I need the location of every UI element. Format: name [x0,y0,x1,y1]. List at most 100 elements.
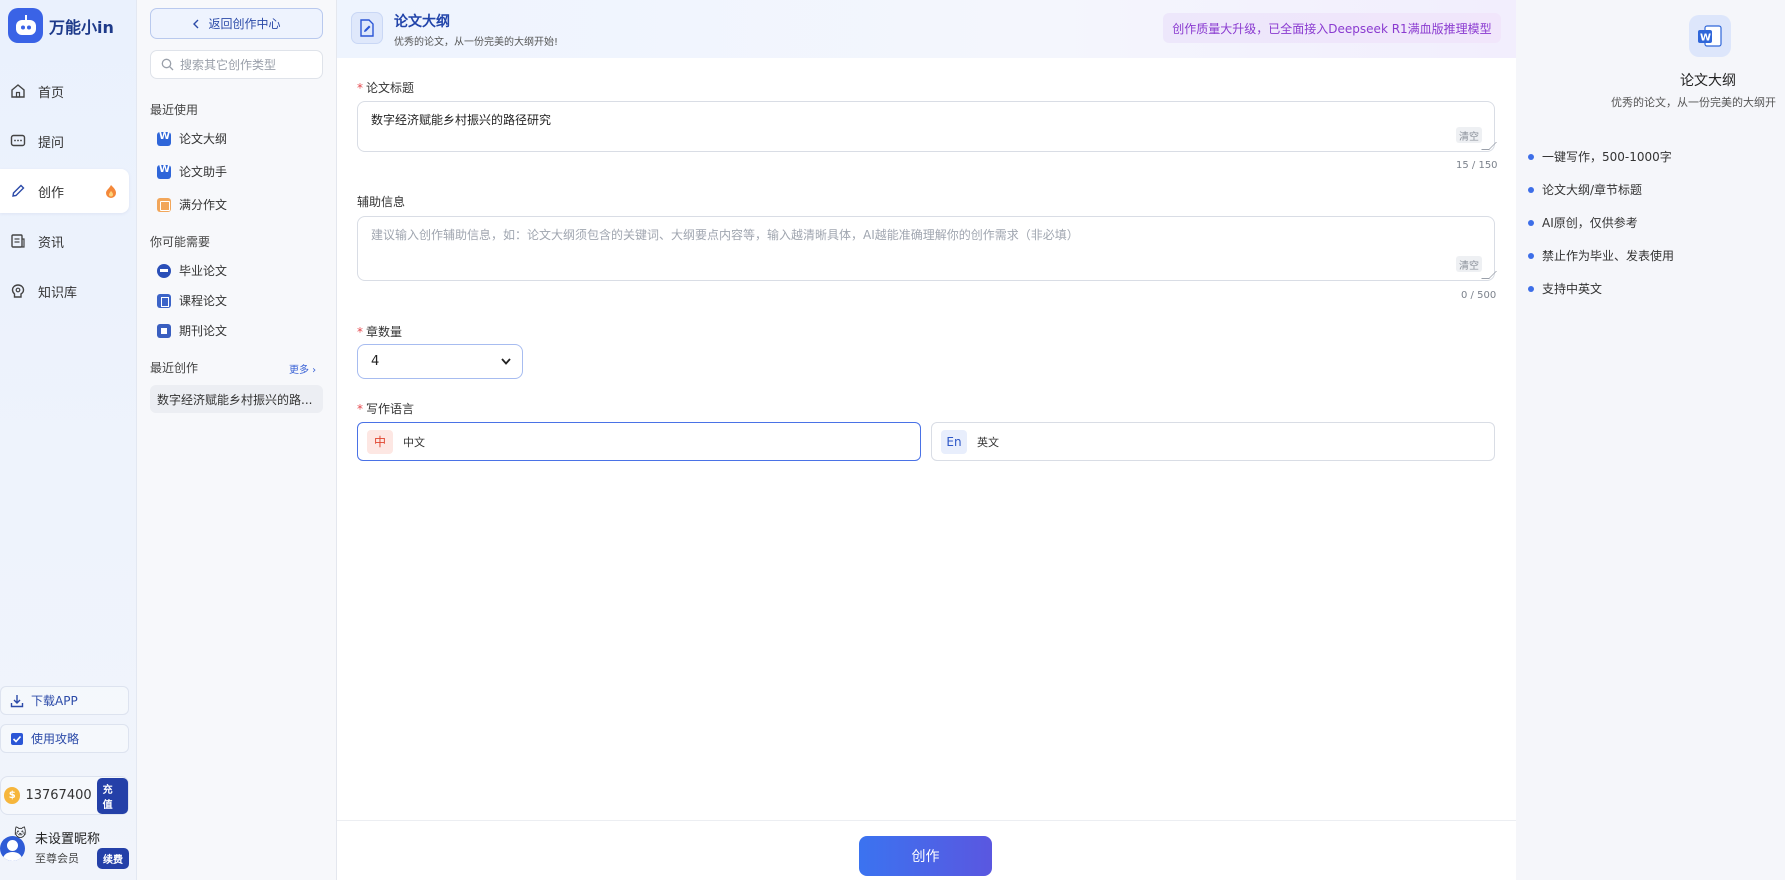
nav-label: 资讯 [38,235,65,251]
download-app-button[interactable]: 下载APP [0,686,129,715]
aux-info-placeholder: 建议输入创作辅助信息，如：论文大纲须包含的关键词、大纲要点内容等，输入越清晰具体… [371,228,1079,242]
nav-label: 首页 [38,85,65,101]
info-subtitle: 优秀的论文，从一份完美的大纲开 [1611,96,1776,109]
feature-text: 一键写作，500-1000字 [1542,150,1672,164]
chinese-badge-icon: 中 [367,429,393,454]
page-header: 论文大纲 优秀的论文，从一份完美的大纲开始! 创作质量大升级，已全面接入Deep… [337,0,1516,58]
info-panel: W 论文大纲 优秀的论文，从一份完美的大纲开 一键写作，500-1000字 论文… [1516,0,1785,880]
aux-char-counter: 0 / 500 [1461,290,1497,301]
language-option-chinese[interactable]: 中 中文 [357,422,921,461]
create-button[interactable]: 创作 [859,836,992,876]
language-option-label: 中文 [403,435,425,449]
cat-badge-icon: 🐱 [14,826,27,840]
knowledge-icon [11,284,25,298]
page-title: 论文大纲 [394,14,450,30]
nav-item-news[interactable]: 资讯 [0,219,129,263]
left-nav: 万能小in 首页 提问 创作 资讯 知识库 下载APP 使用攻略 $ 13767… [0,0,137,880]
chapters-select[interactable]: 4 [357,344,523,379]
feature-item: 一键写作，500-1000字 [1528,148,1672,165]
hot-flame-icon [106,185,116,198]
required-mark: * [357,402,363,416]
user-name: 未设置昵称 [35,832,101,847]
category-item-label: 满分作文 [179,198,228,212]
english-badge-icon: En [941,429,967,454]
word-doc-icon [157,164,171,179]
back-to-creation-center-button[interactable]: 返回创作中心 [150,8,323,39]
renew-button[interactable]: 续费 [97,848,129,869]
nav-label: 知识库 [38,285,78,301]
clear-aux-button[interactable]: 清空 [1456,256,1482,272]
chapters-value: 4 [371,354,380,369]
recent-used-title: 最近使用 [150,103,199,117]
form-footer: 创作 [337,820,1516,880]
required-mark: * [357,81,363,95]
search-placeholder: 搜索其它创作类型 [180,58,277,72]
resize-handle-icon[interactable] [1481,142,1497,150]
language-option-label: 英文 [977,435,999,449]
category-item-label: 课程论文 [179,294,228,308]
points-balance: $ 13767400 充值 [0,776,129,815]
nav-item-ask[interactable]: 提问 [0,119,129,163]
category-item-thesis-assistant[interactable]: 论文助手 [157,163,227,180]
bullet-dot-icon [1528,153,1534,160]
feature-item: 论文大纲/章节标题 [1528,181,1642,198]
member-level: 至尊会员 [35,852,79,865]
page-subtitle: 优秀的论文，从一份完美的大纲开始! [394,37,559,48]
resize-handle-icon[interactable] [1481,271,1497,279]
news-icon [11,234,25,248]
word-doc-icon [157,131,171,146]
download-icon [10,694,24,707]
upgrade-banner[interactable]: 创作质量大升级，已全面接入Deepseek R1满血版推理模型 [1163,13,1501,43]
more-link[interactable]: 更多 › [289,361,316,376]
download-app-label: 下载APP [31,694,78,708]
category-item-full-score-essay[interactable]: 满分作文 [157,196,227,213]
category-search-input[interactable]: 搜索其它创作类型 [150,50,323,79]
app-name: 万能小in [49,17,114,37]
guide-button[interactable]: 使用攻略 [0,724,129,753]
user-profile[interactable]: 🐱 未设置昵称 至尊会员 续费 [0,826,130,876]
search-icon [161,58,174,71]
title-field-label: * 论文标题 [357,79,414,96]
nav-item-knowledge[interactable]: 知识库 [0,269,129,313]
points-value: 13767400 [25,788,92,803]
nav-item-home[interactable]: 首页 [0,69,129,113]
home-icon [11,84,25,98]
nav-label: 创作 [38,185,65,201]
info-title: 论文大纲 [1680,73,1736,89]
category-item-label: 论文大纲 [179,132,228,146]
category-item-course-paper[interactable]: 课程论文 [157,292,227,309]
feature-text: AI原创，仅供参考 [1542,216,1638,230]
required-mark: * [357,325,363,339]
coin-icon: $ [4,787,21,804]
main-content: 论文大纲 优秀的论文，从一份完美的大纲开始! 创作质量大升级，已全面接入Deep… [337,0,1516,880]
aux-info-textarea[interactable]: 建议输入创作辅助信息，如：论文大纲须包含的关键词、大纲要点内容等，输入越清晰具体… [357,216,1497,281]
language-option-english[interactable]: En 英文 [931,422,1495,461]
category-item-graduation-thesis[interactable]: 毕业论文 [157,262,227,279]
app-logo[interactable]: 万能小in [8,8,114,43]
category-item-journal-paper[interactable]: 期刊论文 [157,322,227,339]
back-label: 返回创作中心 [208,17,281,31]
chapters-field-label: * 章数量 [357,323,402,340]
checkbox-icon [11,732,23,745]
chevron-down-icon [501,358,511,365]
feature-text: 论文大纲/章节标题 [1542,183,1643,197]
feature-item: 支持中英文 [1528,280,1602,297]
language-label-text: 写作语言 [366,402,415,416]
nav-label: 提问 [38,135,65,151]
category-item-label: 论文助手 [179,165,228,179]
category-item-thesis-outline[interactable]: 论文大纲 [157,130,227,147]
recharge-button[interactable]: 充值 [96,777,128,814]
journal-icon [157,323,171,338]
feature-text: 禁止作为毕业、发表使用 [1542,249,1675,263]
feature-item: 禁止作为毕业、发表使用 [1528,247,1674,264]
clear-title-button[interactable]: 清空 [1456,127,1482,143]
maybe-need-title: 你可能需要 [150,235,211,249]
guide-label: 使用攻略 [31,732,80,746]
svg-text:W: W [1700,33,1711,44]
feature-text: 支持中英文 [1542,282,1603,296]
nav-item-create[interactable]: 创作 [0,169,129,213]
category-item-label: 期刊论文 [179,324,228,338]
recent-creation-item[interactable]: 数字经济赋能乡村振兴的路... [150,385,323,413]
thesis-title-input[interactable]: 数字经济赋能乡村振兴的路径研究 清空 [357,101,1497,152]
chapters-label-text: 章数量 [366,325,403,339]
